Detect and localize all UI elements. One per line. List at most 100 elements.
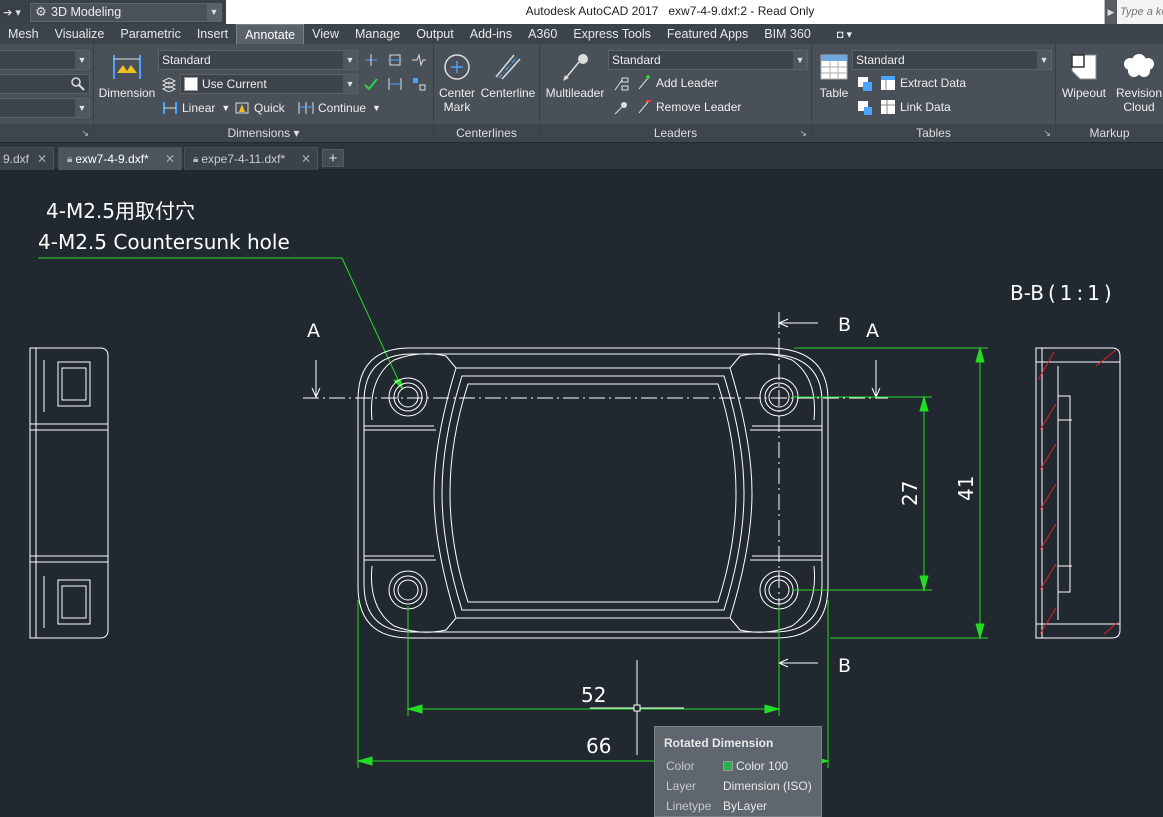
panel-markup: Wipeout Revision Cloud Markup (1056, 44, 1163, 142)
add-leader-button[interactable]: Add Leader (636, 75, 718, 91)
tab-insert[interactable]: Insert (189, 24, 236, 44)
link-data-icon (880, 99, 896, 115)
document-tab-bar: 9.dxf ✕ 🔒︎ exw7-4-9.dxf* ✕ 🔒︎ expe7-4-11… (0, 143, 1163, 170)
tooltip-value: ByLayer (723, 799, 768, 813)
text-height-select[interactable] (0, 74, 90, 94)
centerline-icon (491, 50, 525, 84)
chevron-down-icon: ▼ (793, 51, 807, 69)
workspace-select[interactable]: ⚙ 3D Modeling ▼ (30, 2, 222, 22)
dim-inspect-icon[interactable] (362, 75, 380, 93)
hole-leader[interactable] (38, 257, 403, 390)
tab-parametric[interactable]: Parametric (112, 24, 188, 44)
download-from-source-icon[interactable] (856, 99, 874, 117)
linear-button[interactable]: Linear ▼ (162, 100, 230, 116)
tab-visualize[interactable]: Visualize (47, 24, 113, 44)
dim-break-icon[interactable] (362, 51, 380, 69)
remove-leader-button[interactable]: Remove Leader (636, 99, 741, 115)
ribbon-options-button[interactable]: ◘ ▾ (819, 24, 860, 44)
tab-mesh[interactable]: Mesh (0, 24, 47, 44)
drawing-svg[interactable]: 4-M2.5用取付穴 4-M2.5 Countersunk hole B-B (… (0, 171, 1163, 817)
find-text-icon[interactable] (69, 75, 87, 93)
workspace-label: 3D Modeling (51, 5, 122, 19)
dim-reassociate-icon[interactable] (410, 75, 428, 93)
app-name: Autodesk AutoCAD 2017 (525, 4, 659, 18)
dimension-layer-select[interactable]: Use Current ▼ (180, 74, 358, 94)
align-leaders-icon[interactable] (612, 75, 630, 93)
tab-featured-apps[interactable]: Featured Apps (659, 24, 756, 44)
multileader-style-select[interactable]: Standard ▼ (608, 50, 808, 70)
tooltip-color-value: Color 100 (736, 759, 789, 773)
chevron-down-icon: ▼ (343, 75, 357, 93)
doc-tab-label: expe7-4-11.dxf* (201, 152, 286, 166)
center-mark-button[interactable]: Center Mark (436, 50, 478, 114)
panel-leaders: Multileader Standard ▼ Add Leader Remove… (540, 44, 812, 142)
tab-a360[interactable]: A360 (520, 24, 565, 44)
multileader-button[interactable]: Multileader (542, 50, 608, 100)
autocad-window: ➔ ▾ ⚙ 3D Modeling ▼ Autodesk AutoCAD 201… (0, 0, 1163, 817)
search-box: ▶ (1104, 0, 1163, 24)
close-icon[interactable]: ✕ (37, 152, 47, 166)
collect-leaders-icon[interactable] (612, 99, 630, 117)
redo-icon[interactable]: ➔ ▾ (2, 2, 22, 22)
search-input[interactable] (1117, 6, 1163, 18)
chevron-down-icon[interactable]: ▼ (372, 103, 381, 113)
front-view[interactable] (357, 347, 829, 639)
extract-data-button[interactable]: Extract Data (880, 75, 966, 91)
table-button[interactable]: Table (816, 50, 852, 100)
launcher-icon[interactable]: ↘ (799, 124, 807, 142)
quick-label: Quick (254, 101, 285, 115)
revision-cloud-button[interactable]: Revision Cloud (1112, 50, 1163, 114)
left-side-view[interactable] (29, 347, 109, 639)
dim-jog-icon[interactable] (410, 51, 428, 69)
label-b-top: B (838, 314, 851, 336)
chevron-down-icon: ▼ (75, 51, 89, 69)
doc-tab-9[interactable]: 9.dxf ✕ (0, 147, 54, 170)
tab-view[interactable]: View (304, 24, 347, 44)
dim-update-icon[interactable] (386, 75, 404, 93)
wipeout-button[interactable]: Wipeout (1058, 50, 1110, 100)
text-font-select[interactable]: ▼ (0, 98, 90, 118)
tab-bim-360[interactable]: BIM 360 (756, 24, 819, 44)
dim-52-text: 52 (581, 683, 606, 707)
chevron-down-icon[interactable]: ▼ (207, 3, 221, 21)
panel-dimensions-title[interactable]: Dimensions ▾ (94, 124, 433, 142)
section-view-b-b[interactable] (1035, 347, 1121, 639)
tooltip-key: Color (666, 759, 695, 773)
chevron-right-icon[interactable]: ▶ (1105, 0, 1117, 24)
continue-button[interactable]: Continue ▼ (298, 100, 381, 116)
doc-tab-exw7-4-9[interactable]: 🔒︎ exw7-4-9.dxf* ✕ (58, 147, 182, 170)
extract-data-icon (880, 75, 896, 91)
doc-tab-expe7-4-11[interactable]: 🔒︎ expe7-4-11.dxf* ✕ (184, 147, 318, 170)
tab-manage[interactable]: Manage (347, 24, 408, 44)
chevron-down-icon[interactable]: ▼ (221, 103, 230, 113)
text-style-select[interactable]: ▼ (0, 50, 90, 70)
data-link-icon[interactable] (856, 75, 874, 93)
center-mark-label-1: Center (438, 86, 476, 100)
dim-space-icon[interactable] (386, 51, 404, 69)
multileader-style-value: Standard (612, 53, 661, 67)
dimension-button[interactable]: Dimension (96, 50, 158, 100)
remove-leader-label: Remove Leader (656, 100, 742, 114)
table-style-select[interactable]: Standard ▼ (852, 50, 1052, 70)
camera-icon: ◘ ▾ (836, 28, 853, 41)
close-icon[interactable]: ✕ (165, 152, 175, 166)
centerline-button[interactable]: Centerline (478, 50, 538, 100)
revision-cloud-label-1: Revision (1115, 86, 1163, 100)
file-title: exw7-4-9.dxf:2 - Read Only (668, 4, 815, 18)
panel-text: ▼ ▼ ↘ (0, 44, 94, 142)
tab-add-ins[interactable]: Add-ins (462, 24, 520, 44)
launcher-icon[interactable]: ↘ (1043, 124, 1051, 142)
dimension-style-select[interactable]: Standard ▼ (158, 50, 358, 70)
linear-dimension-icon (162, 100, 178, 116)
new-tab-button[interactable]: + (322, 149, 344, 167)
drawing-canvas[interactable]: 4-M2.5用取付穴 4-M2.5 Countersunk hole B-B (… (0, 171, 1163, 817)
close-icon[interactable]: ✕ (301, 152, 311, 166)
quick-dimension-button[interactable]: Quick (234, 100, 285, 116)
launcher-icon[interactable]: ↘ (81, 124, 89, 142)
tab-output[interactable]: Output (408, 24, 462, 44)
plus-icon: + (328, 149, 338, 167)
tab-annotate[interactable]: Annotate (236, 24, 305, 44)
tab-express-tools[interactable]: Express Tools (565, 24, 659, 44)
link-data-button[interactable]: Link Data (880, 99, 951, 115)
multileader-icon (558, 50, 592, 84)
